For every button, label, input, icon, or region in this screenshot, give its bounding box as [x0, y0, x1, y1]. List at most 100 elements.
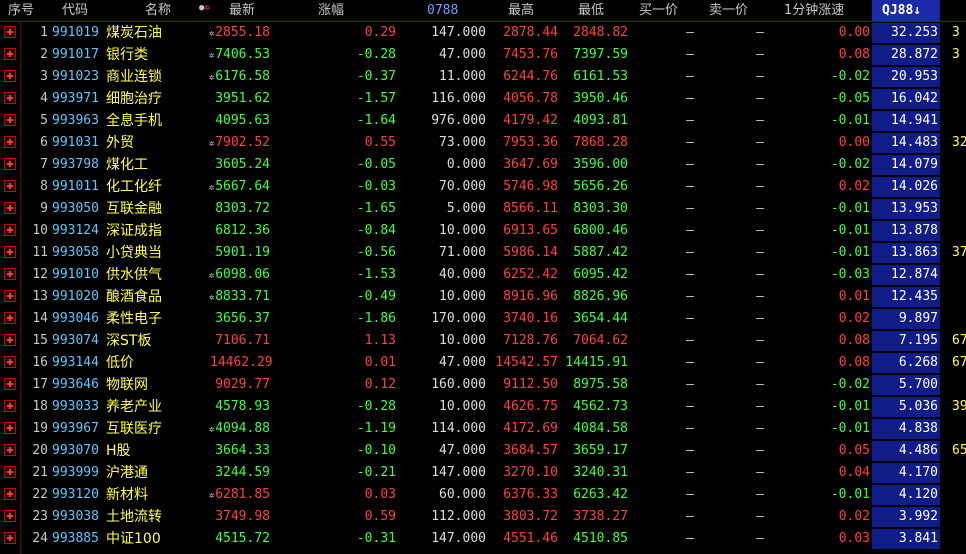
table-row[interactable]: 1 991019 煤炭石油 2855.18 0.29 147.000 2878.44 2848… [0, 22, 966, 44]
row-ask: — [756, 91, 764, 106]
table-row[interactable]: 9 993050 互联金融 8303.72 -1.65 5.000 8566.11 8303.… [0, 198, 966, 220]
expand-row-icon[interactable] [4, 48, 16, 60]
row-volume: 60.000 [439, 487, 486, 502]
col-name[interactable]: 名称 [145, 2, 171, 20]
flag-legend-icon: ●✲ [199, 3, 210, 13]
expand-row-icon[interactable] [4, 334, 16, 346]
col-last[interactable]: 最新 [229, 2, 255, 20]
table-row[interactable]: 11 993058 小贷典当 5901.19 -0.56 71.000 5986.14 588… [0, 242, 966, 264]
row-code: 993999 [52, 465, 99, 480]
row-ask: — [756, 245, 764, 260]
expand-row-icon[interactable] [4, 356, 16, 368]
expand-row-icon[interactable] [4, 114, 16, 126]
row-low: 6263.42 [573, 487, 628, 502]
row-last: 3656.37 [215, 311, 270, 326]
expand-row-icon[interactable] [4, 224, 16, 236]
row-high: 7953.36 [503, 135, 558, 150]
col-change[interactable]: 涨幅 [318, 2, 344, 20]
col-seq[interactable]: 序号 [8, 2, 34, 20]
table-row[interactable]: 8 991011 化工化纤 5667.64 -0.03 70.000 5746.98 5656… [0, 176, 966, 198]
row-code: 993971 [52, 91, 99, 106]
expand-row-icon[interactable] [4, 136, 16, 148]
expand-row-icon[interactable] [4, 202, 16, 214]
row-qj88: 4.120 [872, 485, 940, 505]
row-last: 4578.93 [215, 399, 270, 414]
table-row[interactable]: 15 993074 深ST板 7106.71 1.13 10.000 7128.76 7064… [0, 330, 966, 352]
row-extra [952, 529, 966, 549]
row-last: 3749.98 [215, 509, 270, 524]
expand-row-icon[interactable] [4, 400, 16, 412]
row-speed: -0.01 [830, 201, 870, 216]
table-row[interactable]: 23 993038 土地流转 3749.98 0.59 112.000 3803.72 373… [0, 506, 966, 528]
flag-icon: ✲ [209, 491, 215, 501]
expand-row-icon[interactable] [4, 246, 16, 258]
col-low[interactable]: 最低 [578, 2, 604, 20]
expand-row-icon[interactable] [4, 290, 16, 302]
row-qj88: 4.838 [872, 419, 940, 439]
table-row[interactable]: 3 991023 商业连锁 6176.58 -0.37 11.000 6244.76 6161… [0, 66, 966, 88]
row-seq: 15 [32, 333, 48, 348]
flag-icon: ✲ [209, 51, 215, 61]
expand-row-icon[interactable] [4, 378, 16, 390]
row-code: 991019 [52, 25, 99, 40]
row-high: 14542.57 [495, 355, 558, 370]
table-row[interactable]: 20 993070 H股 3664.33 -0.10 47.000 3684.57 3659.… [0, 440, 966, 462]
column-header: 序号 代码 名称 ●✲ 最新 涨幅 0788 最高 最低 买一价 卖一价 1分钟… [0, 0, 966, 22]
col-qj88-sorted[interactable]: QJ88↓ [872, 0, 940, 21]
row-extra: 3 [952, 25, 960, 40]
col-high[interactable]: 最高 [508, 2, 534, 20]
table-row[interactable]: 17 993646 物联网 9029.77 0.12 160.000 9112.50 8975… [0, 374, 966, 396]
expand-row-icon[interactable] [4, 268, 16, 280]
row-seq: 9 [40, 201, 48, 216]
row-code: 991011 [52, 179, 99, 194]
table-row[interactable]: 22 993120 新材料 6281.85 0.03 60.000 6376.33 6263.… [0, 484, 966, 506]
row-last: 6098.06 [215, 267, 270, 282]
col-bid[interactable]: 买一价 [639, 2, 678, 20]
table-row[interactable]: 6 991031 外贸 7902.52 0.55 73.000 7953.36 7868.28… [0, 132, 966, 154]
row-seq: 10 [32, 223, 48, 238]
table-row[interactable]: 12 991010 供水供气 6098.06 -1.53 40.000 6252.42 609… [0, 264, 966, 286]
expand-row-icon[interactable] [4, 180, 16, 192]
row-ask: — [756, 267, 764, 282]
table-row[interactable]: 18 993033 养老产业 4578.93 -0.28 10.000 4626.75 456… [0, 396, 966, 418]
table-row[interactable]: 2 991017 银行类 7406.53 -0.28 47.000 7453.76 7397.… [0, 44, 966, 66]
row-ask: — [756, 355, 764, 370]
col-ask[interactable]: 卖一价 [709, 2, 748, 20]
expand-row-icon[interactable] [4, 488, 16, 500]
table-row[interactable]: 16 993144 低价 14462.29 0.01 47.000 14542.57 1441… [0, 352, 966, 374]
row-last: 5667.64 [215, 179, 270, 194]
col-speed[interactable]: 1分钟涨速 [784, 2, 844, 20]
row-volume: 70.000 [439, 179, 486, 194]
row-seq: 11 [32, 245, 48, 260]
table-row[interactable]: 21 993999 沪港通 3244.59 -0.21 147.000 3270.10 324… [0, 462, 966, 484]
expand-row-icon[interactable] [4, 158, 16, 170]
table-row[interactable]: 5 993963 全息手机 4095.63 -1.64 976.000 4179.42 409… [0, 110, 966, 132]
row-seq: 24 [32, 531, 48, 546]
row-speed: -0.02 [830, 157, 870, 172]
row-code: 993646 [52, 377, 99, 392]
table-row[interactable]: 19 993967 互联医疗 4094.88 -1.19 114.000 4172.69 40… [0, 418, 966, 440]
col-volume[interactable]: 0788 [427, 2, 458, 20]
flag-icon: ✲ [209, 271, 215, 281]
table-row[interactable]: 10 993124 深证成指 6812.36 -0.84 10.000 6913.65 680… [0, 220, 966, 242]
expand-row-icon[interactable] [4, 444, 16, 456]
col-code[interactable]: 代码 [62, 2, 88, 20]
expand-row-icon[interactable] [4, 422, 16, 434]
row-last: 6281.85 [215, 487, 270, 502]
expand-row-icon[interactable] [4, 466, 16, 478]
expand-row-icon[interactable] [4, 92, 16, 104]
row-code: 993963 [52, 113, 99, 128]
expand-row-icon[interactable] [4, 532, 16, 544]
table-row[interactable]: 24 993885 中证100 4515.72 -0.31 147.000 4551.46 4… [0, 528, 966, 550]
expand-row-icon[interactable] [4, 70, 16, 82]
expand-row-icon[interactable] [4, 26, 16, 38]
row-seq: 2 [40, 47, 48, 62]
row-low: 8826.96 [573, 289, 628, 304]
expand-row-icon[interactable] [4, 312, 16, 324]
table-row[interactable]: 13 991020 酿酒食品 8833.71 -0.49 10.000 8916.96 882… [0, 286, 966, 308]
expand-row-icon[interactable] [4, 510, 16, 522]
table-row[interactable]: 4 993971 细胞治疗 3951.62 -1.57 116.000 4056.78 395… [0, 88, 966, 110]
row-extra: 3 [952, 47, 960, 62]
table-row[interactable]: 14 993046 柔性电子 3656.37 -1.86 170.000 3740.16 36… [0, 308, 966, 330]
table-row[interactable]: 7 993798 煤化工 3605.24 -0.05 0.000 3647.69 3596.0… [0, 154, 966, 176]
